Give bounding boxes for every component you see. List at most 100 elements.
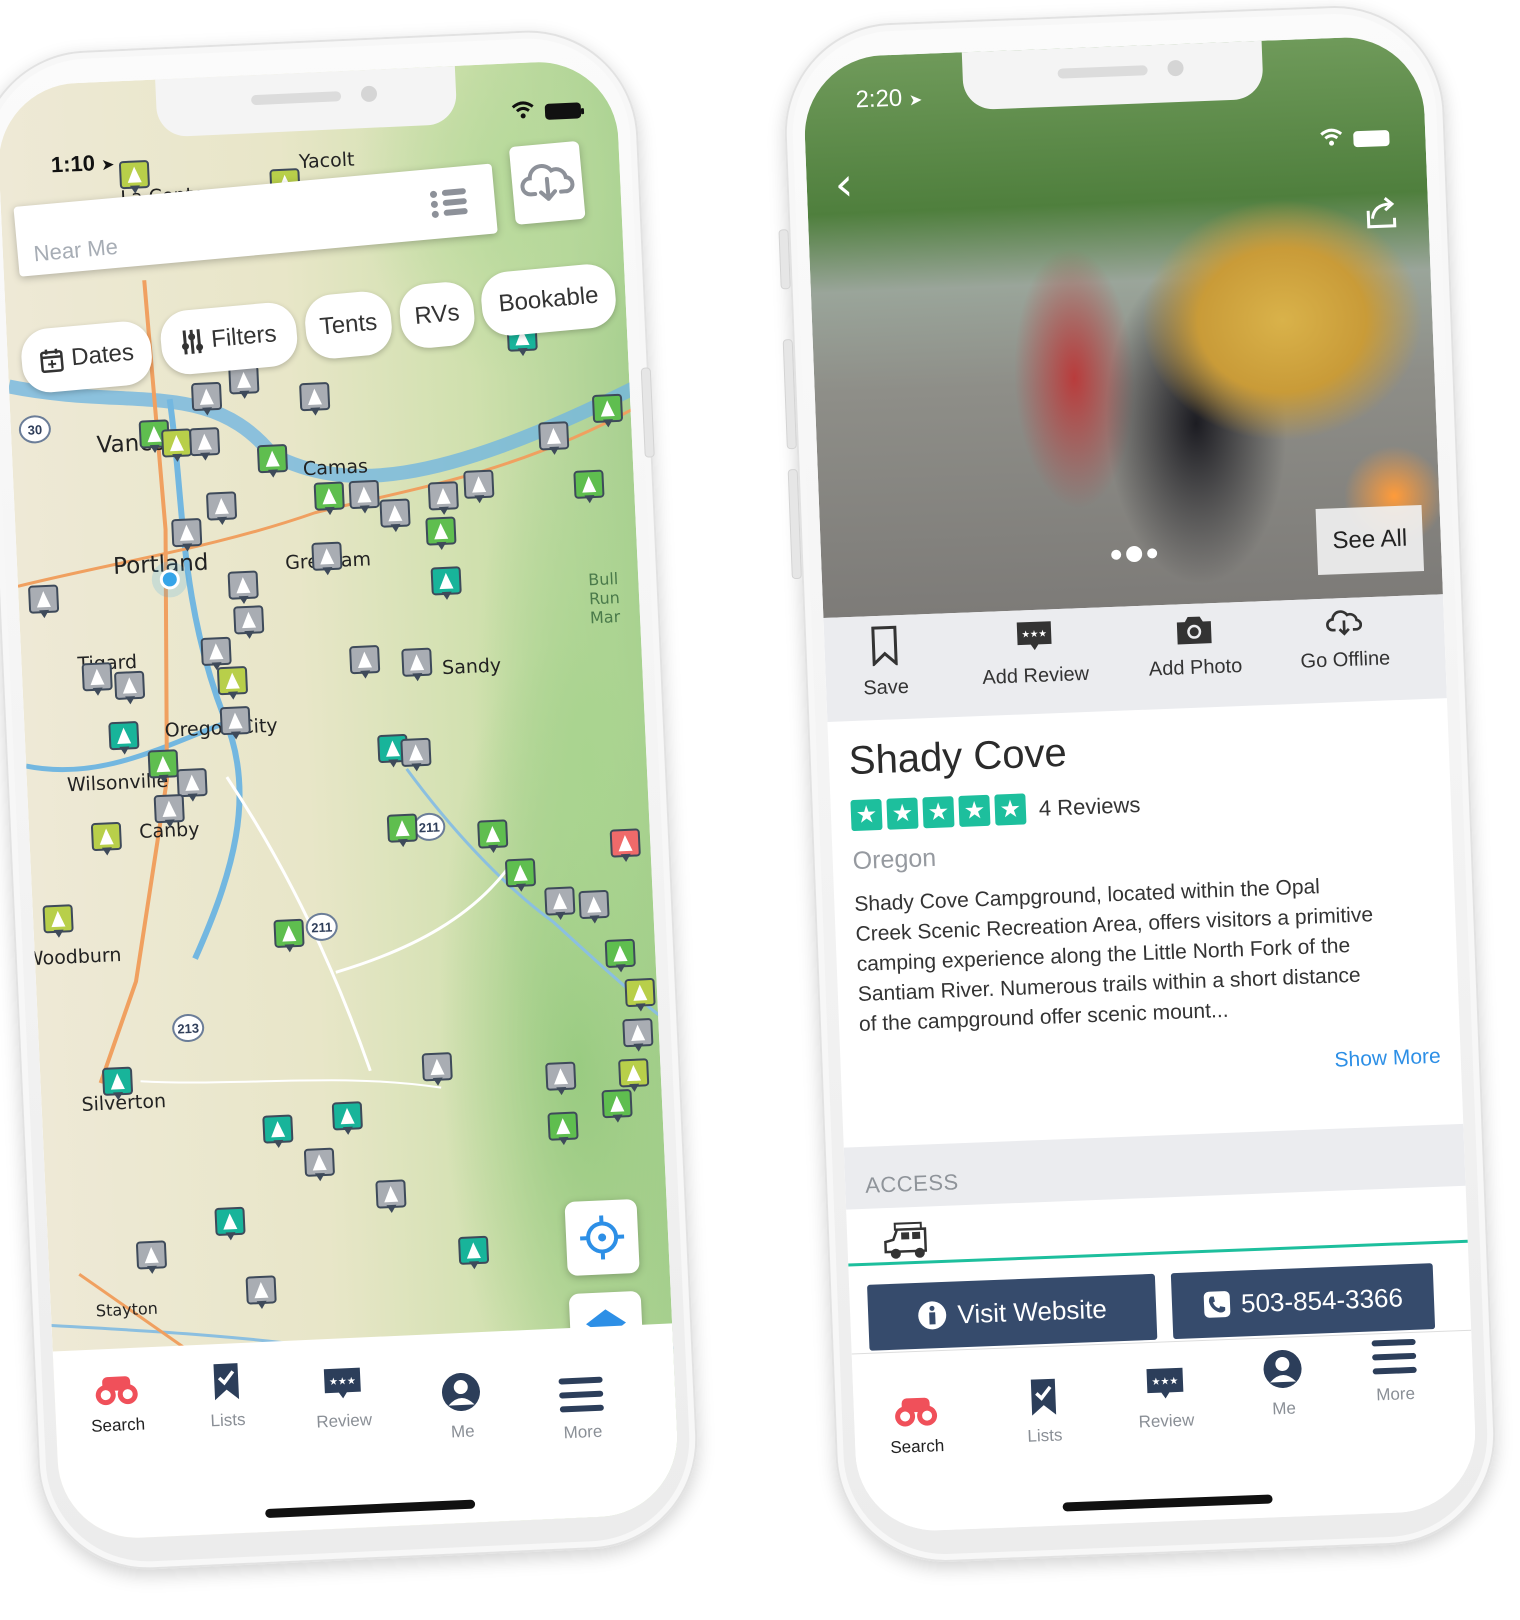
- photo-pager[interactable]: [1110, 545, 1158, 563]
- review-count[interactable]: 4 Reviews: [1038, 792, 1140, 822]
- call-phone-button[interactable]: 503-854-3366: [1170, 1263, 1436, 1340]
- campground-pin[interactable]: [135, 1240, 168, 1275]
- campground-pin[interactable]: [42, 904, 74, 939]
- campground-pin[interactable]: [219, 705, 252, 741]
- star-icon: ★: [922, 796, 955, 829]
- offline-download-button[interactable]: [508, 140, 586, 225]
- campground-pin[interactable]: [421, 1052, 454, 1087]
- campground-pin[interactable]: [618, 1058, 650, 1093]
- list-icon[interactable]: [430, 187, 468, 221]
- campground-pin[interactable]: [113, 670, 146, 706]
- star-icon: ★: [850, 798, 883, 832]
- chip-tents[interactable]: Tents: [302, 289, 395, 361]
- campground-pin[interactable]: [545, 1061, 577, 1097]
- bookmark-check-icon: [213, 1363, 240, 1401]
- chip-dates[interactable]: Dates: [19, 319, 155, 395]
- locate-me-button[interactable]: [564, 1198, 640, 1277]
- campground-pin[interactable]: [400, 737, 432, 773]
- save-button[interactable]: Save: [814, 623, 957, 702]
- campground-pin[interactable]: [313, 481, 346, 516]
- campground-pin[interactable]: [425, 516, 457, 551]
- show-more-link[interactable]: Show More: [1334, 1045, 1441, 1073]
- campground-pin[interactable]: [190, 381, 223, 417]
- campground-pin[interactable]: [303, 1147, 336, 1183]
- campground-pin[interactable]: [591, 393, 624, 429]
- campground-pin[interactable]: [311, 541, 343, 577]
- tab-lists[interactable]: Lists: [175, 1359, 278, 1432]
- campground-pin[interactable]: [205, 491, 238, 526]
- campground-pin[interactable]: [118, 159, 151, 195]
- campground-pin[interactable]: [161, 428, 193, 463]
- campground-pin[interactable]: [188, 427, 221, 462]
- see-all-photos-button[interactable]: See All: [1315, 504, 1425, 576]
- back-chevron-icon[interactable]: ‹: [834, 157, 854, 212]
- campground-pin[interactable]: [233, 605, 265, 640]
- campground-pin[interactable]: [216, 665, 249, 701]
- tab-me[interactable]: Me: [410, 1369, 513, 1444]
- campground-pin[interactable]: [375, 1179, 407, 1214]
- tab-more[interactable]: More: [1343, 1336, 1445, 1407]
- add-photo-button[interactable]: Add Photo: [1124, 611, 1266, 682]
- campground-pin[interactable]: [578, 889, 610, 925]
- campground-pin[interactable]: [547, 1111, 579, 1146]
- campground-pin[interactable]: [379, 498, 411, 533]
- go-offline-button[interactable]: Go Offline: [1273, 605, 1415, 674]
- tab-more[interactable]: More: [530, 1373, 633, 1444]
- campground-pin[interactable]: [81, 662, 114, 697]
- tab-review[interactable]: ★★★ Review: [292, 1364, 395, 1433]
- campground-pin[interactable]: [463, 469, 495, 505]
- tab-review[interactable]: ★★★ Review: [1114, 1365, 1216, 1434]
- campground-pin[interactable]: [27, 584, 60, 619]
- campground-pin[interactable]: [227, 570, 260, 605]
- campground-pin[interactable]: [401, 647, 433, 683]
- chip-filters[interactable]: Filters: [158, 300, 300, 377]
- campground-pin[interactable]: [538, 421, 570, 456]
- chip-bookable[interactable]: Bookable: [478, 261, 619, 338]
- campground-pin[interactable]: [171, 517, 203, 553]
- campground-pin[interactable]: [331, 1101, 364, 1136]
- review-bubble-icon: ★★★: [1016, 621, 1052, 651]
- campground-pin[interactable]: [457, 1235, 490, 1271]
- campground-pin[interactable]: [601, 1088, 633, 1124]
- campground-pin[interactable]: [504, 858, 537, 893]
- campground-pin[interactable]: [624, 977, 656, 1013]
- sliders-icon: [182, 329, 204, 355]
- campground-pin[interactable]: [273, 918, 305, 954]
- campground-pin[interactable]: [544, 886, 576, 921]
- campground-pin[interactable]: [430, 566, 463, 601]
- campground-pin[interactable]: [609, 828, 642, 863]
- campground-pin[interactable]: [108, 720, 140, 756]
- campground-pin[interactable]: [386, 813, 419, 848]
- tab-lists[interactable]: Lists: [993, 1375, 1096, 1448]
- campground-pin[interactable]: [245, 1275, 278, 1310]
- visit-website-button[interactable]: Visit Website: [867, 1273, 1158, 1351]
- campground-pin[interactable]: [147, 749, 180, 784]
- campground-pin[interactable]: [299, 381, 331, 417]
- share-icon[interactable]: [1364, 196, 1399, 234]
- star-rating[interactable]: ★ ★ ★ ★ ★ 4 Reviews: [850, 778, 1431, 832]
- phone-detail: See All 2:20 ➤ ‹ Save ★★★ Add Review Add…: [778, 1, 1500, 1567]
- campground-pin[interactable]: [90, 821, 123, 857]
- tab-search[interactable]: Search: [865, 1390, 967, 1459]
- campground-pin[interactable]: [573, 469, 605, 505]
- campground-pin[interactable]: [256, 443, 289, 479]
- campground-pin[interactable]: [101, 1066, 134, 1102]
- tab-search[interactable]: Search: [66, 1368, 169, 1437]
- tab-me[interactable]: Me: [1232, 1346, 1335, 1421]
- campground-pin[interactable]: [427, 481, 460, 516]
- campground-pin[interactable]: [477, 819, 509, 854]
- campground-pin[interactable]: [349, 644, 381, 680]
- campground-pin[interactable]: [228, 365, 260, 400]
- map-label: Bull Run Mar: [587, 569, 621, 628]
- add-review-button[interactable]: ★★★ Add Review: [964, 617, 1107, 690]
- campground-name: Shady Cove: [848, 730, 1068, 784]
- campground-pin[interactable]: [153, 793, 186, 829]
- detail-screen: See All 2:20 ➤ ‹ Save ★★★ Add Review Add…: [801, 34, 1479, 1534]
- campground-pin[interactable]: [622, 1017, 654, 1053]
- campground-pin[interactable]: [214, 1206, 246, 1242]
- campground-pin[interactable]: [348, 479, 381, 515]
- campground-photo[interactable]: See All: [801, 34, 1443, 619]
- campground-pin[interactable]: [604, 938, 637, 974]
- campground-pin[interactable]: [262, 1114, 294, 1149]
- binoculars-icon: [895, 1397, 938, 1427]
